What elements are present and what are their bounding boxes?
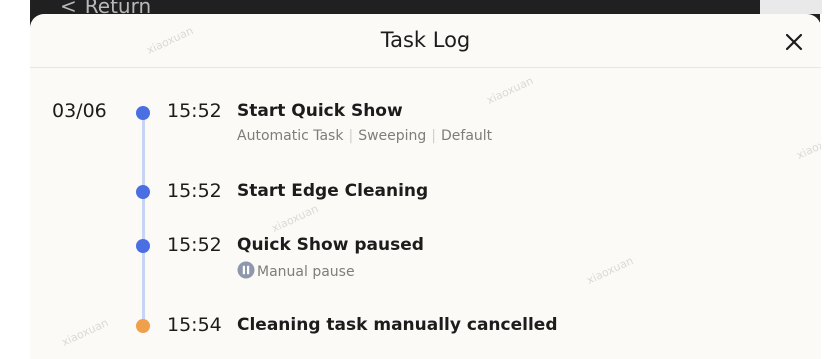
timeline-dot (136, 106, 150, 120)
event-time: 15:52 (167, 180, 222, 202)
event-title: Quick Show paused (237, 235, 424, 255)
event-note-text: Manual pause (257, 264, 355, 280)
task-log-dialog: Task Log xiaoxuan xiaoxuan xiaoxuan xiao… (30, 14, 821, 359)
dialog-header: Task Log (30, 14, 821, 68)
event-tags: Automatic Task | Sweeping | Default (237, 128, 492, 144)
event-time: 15:52 (167, 100, 222, 122)
watermark: xiaoxuan (484, 74, 536, 107)
tag-separator: | (348, 128, 354, 144)
event-title: Cleaning task manually cancelled (237, 315, 558, 335)
timeline-dot (136, 239, 150, 253)
date-label: 03/06 (52, 100, 107, 122)
timeline-dot (136, 319, 150, 333)
tag-default: Default (441, 128, 493, 144)
pause-circle-icon (237, 261, 255, 279)
tag-automatic-task: Automatic Task (237, 128, 344, 144)
watermark: xiaoxuan (794, 129, 821, 162)
tag-separator: | (431, 128, 437, 144)
event-note: Manual pause (237, 261, 355, 280)
close-icon (785, 33, 803, 51)
watermark: xiaoxuan (59, 316, 111, 349)
event-title: Start Quick Show (237, 101, 403, 121)
event-title: Start Edge Cleaning (237, 181, 429, 201)
event-time: 15:52 (167, 234, 222, 256)
tag-sweeping: Sweeping (358, 128, 427, 144)
timeline-connector (142, 118, 145, 328)
watermark: xiaoxuan (584, 254, 636, 287)
event-time: 15:54 (167, 314, 222, 336)
close-button[interactable] (780, 28, 808, 56)
background-corner-patch (760, 0, 822, 14)
watermark: xiaoxuan (269, 202, 321, 235)
timeline-dot (136, 185, 150, 199)
